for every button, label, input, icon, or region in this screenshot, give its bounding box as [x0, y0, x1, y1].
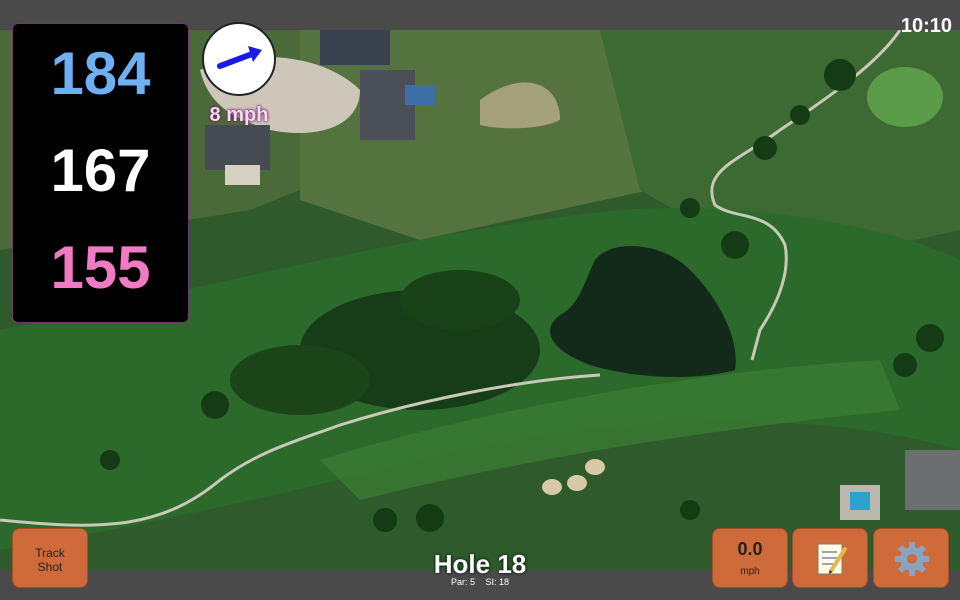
- track-shot-label-line2: Shot: [37, 560, 63, 574]
- speed-value: 0.0: [737, 539, 763, 559]
- front-distance: 155: [50, 234, 151, 301]
- settings-button[interactable]: [873, 528, 949, 588]
- middle-distance: 167: [50, 137, 151, 204]
- hole-par: Par: 5: [450, 577, 475, 587]
- distance-panel: 184 167 155: [12, 23, 189, 323]
- wind-direction-indicator: [202, 22, 276, 96]
- speed-button[interactable]: 0.0 mph: [712, 528, 788, 588]
- clock: 10:10: [900, 15, 952, 37]
- wind-speed: 8 mph: [209, 104, 269, 126]
- back-distance: 184: [50, 40, 151, 107]
- scorecard-button[interactable]: [792, 528, 868, 588]
- speed-unit: mph: [740, 566, 760, 577]
- track-shot-label-line1: Track: [35, 546, 65, 560]
- memo-icon: [817, 543, 847, 575]
- hole-stroke-index: SI: 18: [485, 577, 510, 587]
- hole-meta: Par: 5 SI: 18: [380, 577, 580, 587]
- gear-icon: [895, 542, 929, 576]
- track-shot-button[interactable]: Track Shot: [12, 528, 88, 588]
- wind-direction-arrow-icon: [217, 46, 262, 69]
- hole-title: Hole 18: [433, 549, 527, 579]
